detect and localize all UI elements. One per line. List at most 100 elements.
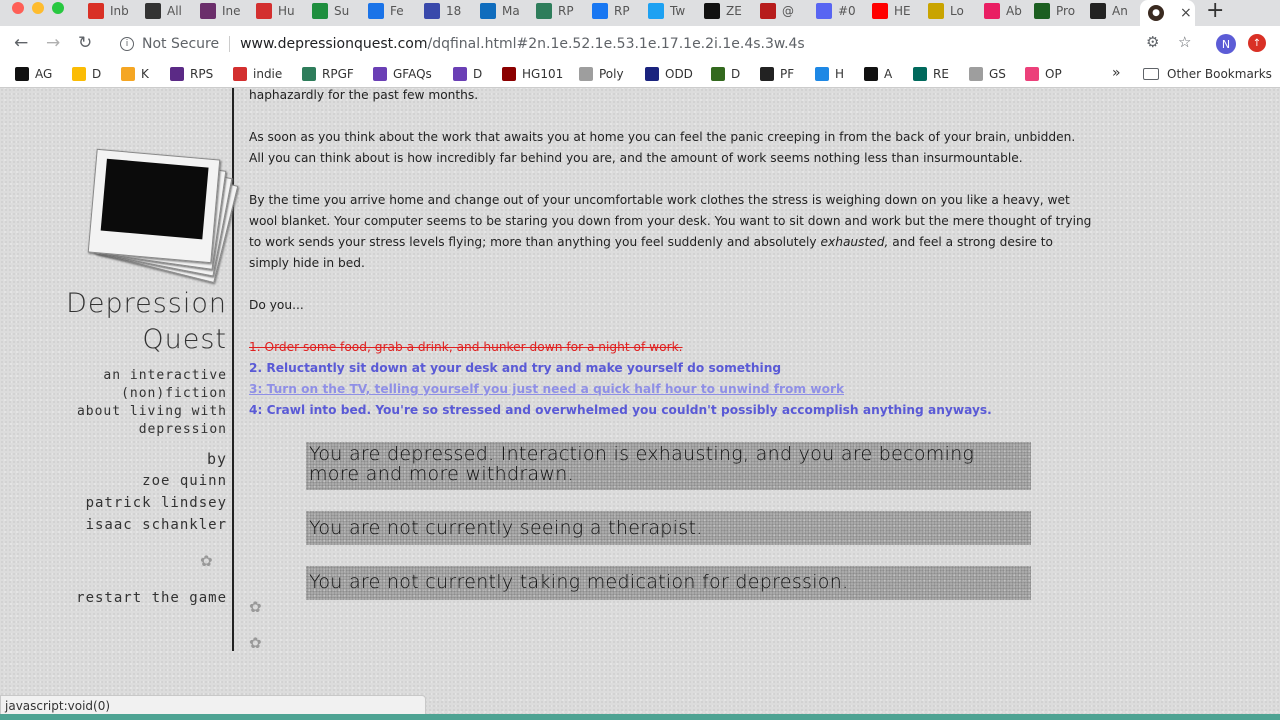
bookmark-label: RPGF (322, 67, 354, 81)
bookmark-12[interactable]: PF (760, 67, 794, 81)
security-label[interactable]: Not Secure (142, 36, 219, 52)
bookmark-15[interactable]: RE (913, 67, 949, 81)
tab-7[interactable]: Ma (480, 0, 520, 22)
bookmark-11[interactable]: D (711, 67, 740, 81)
tab-15[interactable]: Lo (928, 0, 964, 22)
ine-icon (200, 3, 216, 19)
tab-17[interactable]: Pro (1034, 0, 1075, 22)
author: patrick lindsey (85, 495, 227, 511)
url-path[interactable]: /dqfinal.html#2n.1e.52.1e.53.1e.17.1e.2i… (428, 36, 805, 52)
tab-11[interactable]: ZE (704, 0, 742, 22)
bookmark-6[interactable]: GFAQs (373, 67, 432, 81)
tab-label: Lo (950, 4, 964, 18)
at-icon (760, 3, 776, 19)
author: isaac schankler (85, 517, 227, 533)
tab-label: 18 (446, 4, 462, 18)
bookmark-17[interactable]: OP (1025, 67, 1062, 81)
tab-0[interactable]: Inb (88, 0, 129, 22)
bookmark-2[interactable]: K (121, 67, 149, 81)
new-tab-button[interactable]: + (1206, 0, 1224, 23)
tab-5[interactable]: Fe (368, 0, 404, 22)
bookmark-8[interactable]: HG101 (502, 67, 563, 81)
bookmark-13[interactable]: H (815, 67, 844, 81)
k-icon (121, 67, 135, 81)
gfaqs-icon (373, 67, 387, 81)
forward-button[interactable]: → (46, 33, 60, 53)
tab-12[interactable]: @ (760, 0, 794, 22)
tab-10[interactable]: Tw (648, 0, 685, 22)
close-tab-icon[interactable]: × (1180, 5, 1192, 21)
tab-2[interactable]: Ine (200, 0, 241, 22)
story-line: haphazardly for the past few months. (249, 88, 479, 102)
more-bookmarks-icon[interactable]: » (1112, 65, 1121, 81)
op-icon (1025, 67, 1039, 81)
choice-4-link[interactable]: 4: Crawl into bed. You're so stressed an… (249, 400, 992, 421)
pf-icon (760, 67, 774, 81)
status-therapist: You are not currently seeing a therapist… (306, 511, 1031, 545)
restart-game-link[interactable]: restart the game (76, 590, 227, 606)
choice-2-link[interactable]: 2. Reluctantly sit down at your desk and… (249, 358, 781, 379)
tab-label: Hu (278, 4, 295, 18)
bookmark-5[interactable]: RPGF (302, 67, 354, 81)
status-medication: You are not currently taking medication … (306, 566, 1031, 600)
bookmark-1[interactable]: D (72, 67, 101, 81)
tab-label: RP (614, 4, 630, 18)
game-title-line1: Depression (66, 288, 227, 319)
tab-label: HE (894, 4, 911, 18)
divider (229, 36, 231, 52)
bookmark-7[interactable]: D (453, 67, 482, 81)
amazon-icon (1090, 3, 1106, 19)
update-icon[interactable]: ↑ (1248, 34, 1266, 52)
tab-8[interactable]: RP (536, 0, 574, 22)
tab-label: Inb (110, 4, 129, 18)
bookmark-star-icon[interactable]: ☆ (1178, 33, 1191, 51)
story-paragraph: As soon as you think about the work that… (249, 130, 1076, 165)
tab-label: @ (782, 4, 794, 18)
tab-1[interactable]: All (145, 0, 182, 22)
zoom-window-button[interactable] (52, 2, 64, 14)
bookmark-label: H (835, 67, 845, 81)
bookmark-label: A (884, 67, 893, 81)
url-host[interactable]: www.depressionquest.com (240, 36, 427, 52)
bookmark-9[interactable]: Poly (579, 67, 624, 81)
tab-16[interactable]: Ab (984, 0, 1022, 22)
bookmark-14[interactable]: A (864, 67, 892, 81)
minimize-window-button[interactable] (32, 2, 44, 14)
game-subtitle: an interactive (non)fiction about living… (76, 368, 227, 437)
author: zoe quinn (142, 473, 227, 489)
tab-3[interactable]: Hu (256, 0, 295, 22)
tab-9[interactable]: RP (592, 0, 630, 22)
tab-4[interactable]: Su (312, 0, 349, 22)
tab-active[interactable]: ● × (1140, 0, 1195, 26)
choice-3-link[interactable]: 3: Turn on the TV, telling yourself you … (249, 379, 844, 400)
choice-prompt: Do you... (249, 298, 304, 312)
bookmark-16[interactable]: GS (969, 67, 1006, 81)
crest-icon (928, 3, 944, 19)
bookmark-label: RPS (190, 67, 214, 81)
tab-13[interactable]: #0 (816, 0, 856, 22)
bookmark-0[interactable]: AG (15, 67, 52, 81)
close-window-button[interactable] (12, 2, 24, 14)
reload-button[interactable]: ↻ (78, 33, 92, 53)
h2-icon (815, 67, 829, 81)
profile-avatar[interactable]: N (1216, 34, 1236, 54)
other-bookmarks[interactable]: Other Bookmarks (1143, 67, 1272, 81)
youtube-icon (872, 3, 888, 19)
info-icon[interactable]: i (120, 37, 134, 51)
back-button[interactable]: ← (14, 33, 28, 53)
bookmark-4[interactable]: indie (233, 67, 282, 81)
bookmark-3[interactable]: RPS (170, 67, 213, 81)
h-icon (256, 3, 272, 19)
tab-label: Ine (222, 4, 241, 18)
tab-label: An (1112, 4, 1128, 18)
tab-14[interactable]: HE (872, 0, 911, 22)
tab-18[interactable]: An (1090, 0, 1128, 22)
tab-6[interactable]: 18 (424, 0, 461, 22)
bookmark-10[interactable]: ODD (645, 67, 693, 81)
bookmark-label: D (473, 67, 483, 81)
rps-icon (170, 67, 184, 81)
extensions-icon[interactable]: ⚙ (1146, 33, 1159, 51)
flower-icon: ✿ (200, 552, 213, 570)
ag-icon (15, 67, 29, 81)
address-bar[interactable]: i Not Secure www.depressionquest.com/dqf… (110, 30, 1210, 58)
